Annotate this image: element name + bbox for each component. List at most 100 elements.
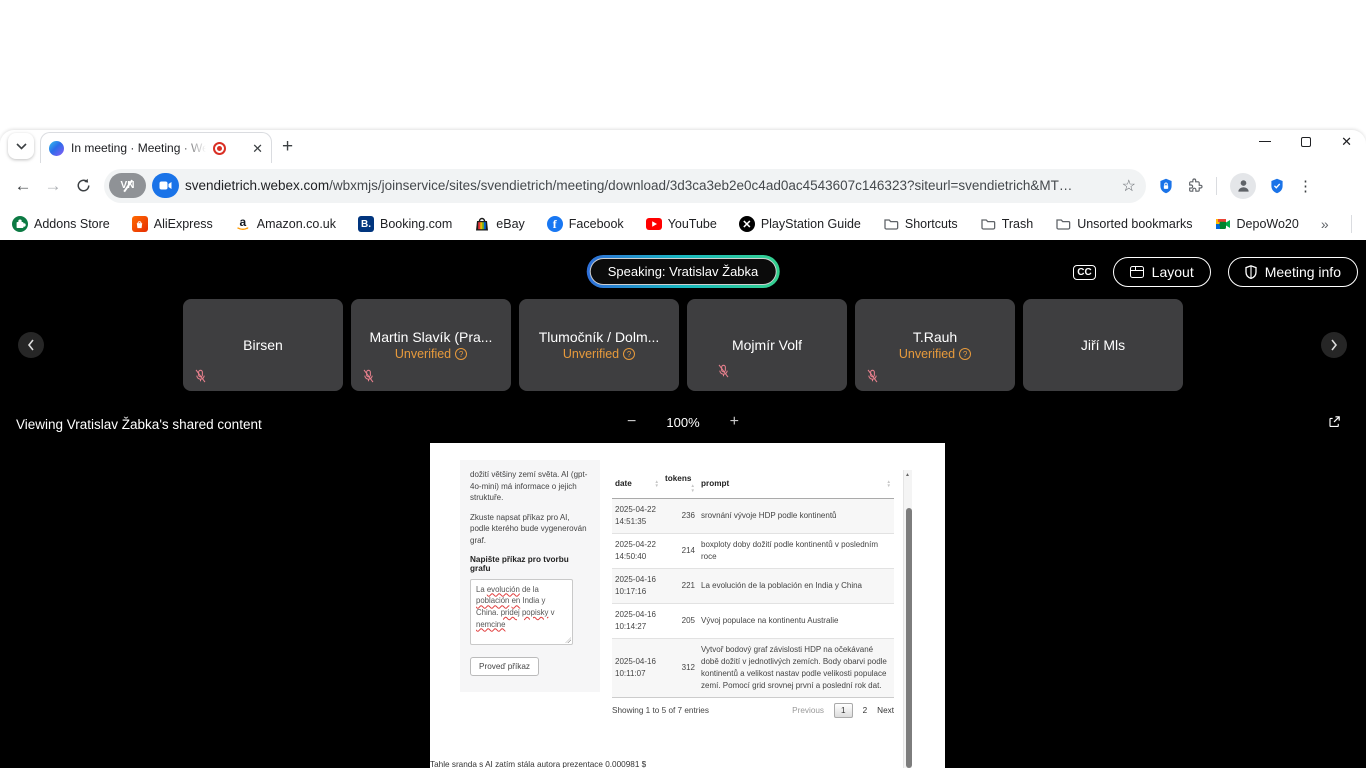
tab-strip: In meeting · Meeting · Webe ✕ + ✕ xyxy=(0,130,1366,163)
help-icon[interactable]: ? xyxy=(455,348,467,360)
participant-tile[interactable]: Mojmír Volf xyxy=(687,299,847,391)
reload-button[interactable] xyxy=(68,171,98,201)
bookmark-depowo20[interactable]: DepoWo20 xyxy=(1215,216,1299,232)
person-icon xyxy=(1236,178,1251,193)
bookmark-playstation-guide[interactable]: ✕ PlayStation Guide xyxy=(739,216,861,232)
minimize-button[interactable] xyxy=(1259,141,1271,142)
zoom-out-button[interactable]: − xyxy=(627,413,636,431)
maximize-button[interactable] xyxy=(1301,137,1311,147)
bookmark-amazon[interactable]: a Amazon.co.uk xyxy=(235,216,336,232)
run-prompt-button[interactable]: Proveď příkaz xyxy=(470,657,539,676)
vpn-off-badge[interactable]: VN xyxy=(109,173,146,198)
camera-in-use-icon[interactable] xyxy=(152,173,179,198)
column-header-date[interactable]: date▲▼ xyxy=(612,470,662,499)
bookmark-youtube[interactable]: YouTube xyxy=(646,216,717,232)
expand-icon xyxy=(1327,414,1342,429)
participant-tile[interactable]: Jiří Mls xyxy=(1023,299,1183,391)
tab-search-button[interactable] xyxy=(8,133,34,159)
meeting-top-right-controls: CC Layout Meeting info xyxy=(1073,257,1358,287)
next-page-button[interactable]: Next xyxy=(877,706,894,715)
back-button[interactable]: ← xyxy=(8,171,38,201)
google-meet-icon xyxy=(1215,216,1231,232)
layout-button[interactable]: Layout xyxy=(1113,257,1211,287)
unverified-badge: Unverified? xyxy=(563,347,635,361)
zoom-in-button[interactable]: + xyxy=(730,413,739,431)
meeting-info-button[interactable]: Meeting info xyxy=(1228,257,1358,287)
shield-lock-extension-icon[interactable] xyxy=(1158,178,1174,194)
closed-captions-button[interactable]: CC xyxy=(1073,265,1095,280)
profile-avatar[interactable] xyxy=(1230,173,1256,199)
prompt-panel: dožití většiny zemí světa. AI (gpt-4o-mi… xyxy=(460,460,600,692)
participant-tile[interactable]: Birsen xyxy=(183,299,343,391)
sort-icon: ▲▼ xyxy=(887,480,891,489)
scrollbar-thumb[interactable] xyxy=(906,508,912,768)
bookmark-star-icon[interactable]: ☆ xyxy=(1122,176,1136,196)
filmstrip-next-button[interactable] xyxy=(1321,332,1347,358)
help-icon[interactable]: ? xyxy=(959,348,971,360)
extensions-puzzle-icon[interactable] xyxy=(1187,178,1203,194)
bookmark-addons-store[interactable]: Addons Store xyxy=(12,216,110,232)
bookmark-booking[interactable]: B. Booking.com xyxy=(358,216,452,232)
resize-grip-icon xyxy=(565,637,571,643)
bookmark-aliexpress[interactable]: AliExpress xyxy=(132,216,213,232)
tab-close-button[interactable]: ✕ xyxy=(252,142,263,155)
safety-check-shield-icon[interactable] xyxy=(1269,178,1285,194)
participant-tile[interactable]: T.Rauh Unverified? xyxy=(855,299,1015,391)
mic-muted-icon xyxy=(866,368,879,384)
bookmarks-overflow-button[interactable]: » xyxy=(1321,216,1329,232)
active-speaker-label: Speaking: Vratislav Žabka xyxy=(590,258,777,285)
table-row: 2025-04-22 14:50:40 214 boxploty doby do… xyxy=(612,534,894,569)
bookmark-folder-unsorted[interactable]: Unsorted bookmarks xyxy=(1055,216,1192,232)
chevron-right-icon xyxy=(1330,339,1338,351)
cost-footnote: Tahle sranda s AI zatím stála autora pre… xyxy=(430,760,646,768)
bookmark-facebook[interactable]: f Facebook xyxy=(547,216,624,232)
mic-muted-icon xyxy=(194,368,207,384)
help-icon[interactable]: ? xyxy=(623,348,635,360)
browser-tab[interactable]: In meeting · Meeting · Webe ✕ xyxy=(40,132,272,163)
mic-muted-icon xyxy=(362,368,375,384)
active-speaker-indicator: Speaking: Vratislav Žabka xyxy=(587,255,780,288)
column-header-prompt[interactable]: prompt▲▼ xyxy=(698,470,894,499)
browser-menu-button[interactable]: ⋮ xyxy=(1298,177,1313,195)
column-header-tokens[interactable]: tokens▲▼ xyxy=(662,470,698,499)
window-close-button[interactable]: ✕ xyxy=(1341,135,1352,148)
page-1-button[interactable]: 1 xyxy=(834,703,853,718)
sort-icon: ▲▼ xyxy=(691,484,695,493)
previous-page-button[interactable]: Previous xyxy=(792,706,824,715)
participant-tile[interactable]: Martin Slavík (Pra... Unverified? xyxy=(351,299,511,391)
new-tab-button[interactable]: + xyxy=(282,136,293,158)
bookmark-folder-trash[interactable]: Trash xyxy=(980,216,1034,232)
prompt-textarea[interactable]: La evolución de la población en India y … xyxy=(470,579,573,645)
window-controls: ✕ xyxy=(1259,135,1352,148)
bookmarks-bar: Addons Store AliExpress a Amazon.co.uk B… xyxy=(0,208,1366,240)
filmstrip-prev-button[interactable] xyxy=(18,332,44,358)
folder-icon xyxy=(1055,216,1071,232)
expand-share-button[interactable] xyxy=(1327,414,1342,434)
bookmark-ebay[interactable]: eBay xyxy=(474,216,525,232)
page-2-button[interactable]: 2 xyxy=(863,706,868,715)
bookmark-folder-shortcuts[interactable]: Shortcuts xyxy=(883,216,958,232)
participant-tile[interactable]: Tlumočník / Dolm... Unverified? xyxy=(519,299,679,391)
browser-window: In meeting · Meeting · Webe ✕ + ✕ ← → VN xyxy=(0,130,1366,240)
toolbar-right: ⋮ xyxy=(1158,173,1313,199)
zoom-controls: − 100% + xyxy=(627,413,739,431)
addons-store-icon xyxy=(12,216,28,232)
shared-page-scrollbar[interactable]: ▲ xyxy=(903,470,912,768)
address-bar[interactable]: VN svendietrich.webex.com/wbxmjs/joinser… xyxy=(104,169,1146,203)
divider xyxy=(1216,177,1217,195)
table-row: 2025-04-22 14:51:35 236 srovnání vývoje … xyxy=(612,499,894,534)
panel-paragraph: Zkuste napsat příkaz pro AI, podle které… xyxy=(470,512,590,547)
facebook-icon: f xyxy=(547,216,563,232)
participant-filmstrip: Birsen Martin Slavík (Pra... Unverified?… xyxy=(0,299,1366,391)
share-info-row: Viewing Vratislav Žabka's shared content… xyxy=(0,410,1366,440)
screen: In meeting · Meeting · Webe ✕ + ✕ ← → VN xyxy=(0,0,1366,768)
shield-icon xyxy=(1245,265,1257,279)
reload-icon xyxy=(76,178,91,193)
bookmarks-right: All Bookmarks xyxy=(1351,215,1366,233)
sort-icon: ▲▼ xyxy=(655,480,659,489)
showing-entries-label: Showing 1 to 5 of 7 entries xyxy=(612,706,709,715)
zoom-level: 100% xyxy=(666,415,699,430)
forward-button[interactable]: → xyxy=(38,171,68,201)
pagination: Previous 1 2 Next xyxy=(792,703,894,718)
scroll-up-icon[interactable]: ▲ xyxy=(905,472,910,478)
